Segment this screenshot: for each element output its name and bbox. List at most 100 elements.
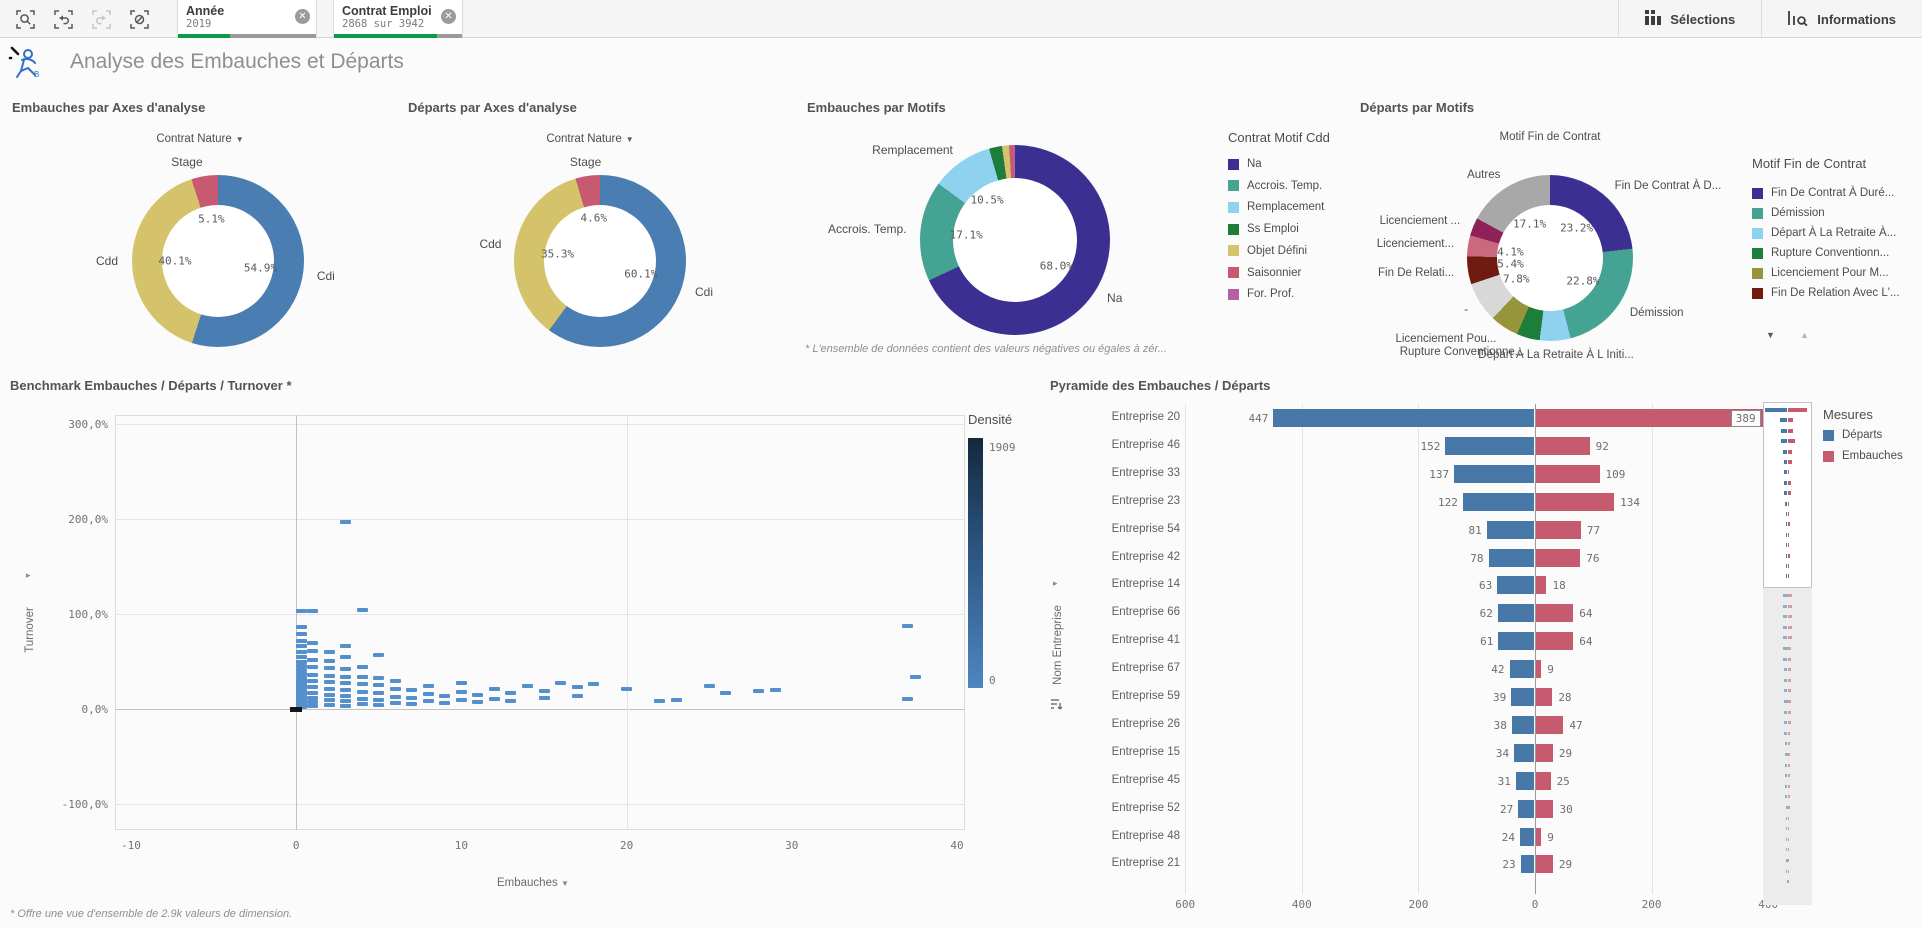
clear-selections-icon[interactable] <box>120 0 158 38</box>
undo-icon[interactable] <box>44 0 82 38</box>
scatter-point[interactable] <box>357 675 368 679</box>
legend-motif-fin-de-contrat-item[interactable]: Démission <box>1752 207 1825 219</box>
scatter-point[interactable] <box>489 697 500 701</box>
bar-departs[interactable] <box>1497 576 1534 594</box>
scatter-point[interactable] <box>296 668 307 672</box>
bar-embauches[interactable] <box>1536 549 1580 567</box>
bar-departs[interactable] <box>1511 688 1534 706</box>
scatter-point[interactable] <box>296 650 307 654</box>
scatter-point[interactable] <box>307 696 318 700</box>
scatter-point[interactable] <box>902 624 913 628</box>
scatter-point[interactable] <box>390 687 401 691</box>
scatter-point[interactable] <box>373 653 384 657</box>
scatter-point[interactable] <box>296 679 307 683</box>
scatter-point[interactable] <box>505 699 516 703</box>
scatter-point[interactable] <box>555 681 566 685</box>
scatter-point[interactable] <box>307 649 318 653</box>
row-label[interactable]: Entreprise 67 <box>1030 662 1180 674</box>
scatter-point[interactable] <box>296 632 307 636</box>
dimension-selector-contrat-nature-1[interactable]: Contrat Nature▼ <box>130 133 270 145</box>
scatter-point[interactable] <box>373 691 384 695</box>
row-label[interactable]: Entreprise 66 <box>1030 606 1180 618</box>
scatter-point[interactable] <box>406 696 417 700</box>
scatter-point[interactable] <box>439 694 450 698</box>
smart-search-icon[interactable] <box>6 0 44 38</box>
bar-departs[interactable] <box>1516 772 1534 790</box>
scatter-point[interactable] <box>456 690 467 694</box>
bar-departs[interactable] <box>1510 660 1534 678</box>
scatter-point[interactable] <box>324 659 335 663</box>
scatter-point[interactable] <box>472 700 483 704</box>
scatter-point[interactable] <box>456 698 467 702</box>
scatter-point[interactable] <box>340 655 351 659</box>
row-label[interactable]: Entreprise 42 <box>1030 551 1180 563</box>
scatter-point[interactable] <box>340 694 351 698</box>
bar-embauches[interactable] <box>1536 800 1553 818</box>
legend-contrat-motif-cdd-item[interactable]: Objet Défini <box>1228 245 1307 257</box>
scatter-point[interactable] <box>373 703 384 707</box>
scatter-point[interactable] <box>423 699 434 703</box>
scatter-point[interactable] <box>357 697 368 701</box>
legend-contrat-motif-cdd-item[interactable]: Ss Emploi <box>1228 223 1299 235</box>
row-label[interactable]: Entreprise 33 <box>1030 467 1180 479</box>
informations-button[interactable]: Informations <box>1761 0 1922 38</box>
row-label[interactable]: Entreprise 46 <box>1030 439 1180 451</box>
scatter-point[interactable] <box>522 684 533 688</box>
filter-chip-annee[interactable]: Année 2019 ✕ <box>177 0 317 38</box>
legend-motif-fin-de-contrat-item[interactable]: Rupture Conventionn... <box>1752 247 1889 259</box>
bar-embauches[interactable] <box>1536 716 1563 734</box>
scatter-point[interactable] <box>770 688 781 692</box>
legend-motif-fin-de-contrat-item[interactable]: Licenciement Pour M... <box>1752 267 1889 279</box>
bar-departs[interactable] <box>1463 493 1534 511</box>
bar-departs[interactable] <box>1498 604 1534 622</box>
bar-embauches[interactable] <box>1536 632 1573 650</box>
scatter-point[interactable] <box>572 694 583 698</box>
bar-departs[interactable] <box>1512 716 1534 734</box>
row-label[interactable]: Entreprise 14 <box>1030 578 1180 590</box>
bar-departs[interactable] <box>1445 437 1534 455</box>
legend-page-up-icon[interactable]: ▲ <box>1800 330 1809 340</box>
legend-motif-fin-de-contrat-item[interactable]: Départ À La Retraite À... <box>1752 227 1896 239</box>
scatter-point[interactable] <box>390 679 401 683</box>
scatter-point[interactable] <box>671 698 682 702</box>
scatter-point[interactable] <box>456 681 467 685</box>
legend-mesures-item[interactable]: Embauches <box>1823 450 1903 462</box>
y-axis-title-turnover[interactable]: Turnover <box>24 607 36 653</box>
scatter-point[interactable] <box>489 687 500 691</box>
filter-chip-contrat-emploi[interactable]: Contrat Emploi 2868 sur 3942 ✕ <box>333 0 463 38</box>
legend-contrat-motif-cdd-item[interactable]: Remplacement <box>1228 201 1324 213</box>
scatter-point[interactable] <box>505 691 516 695</box>
scatter-point[interactable] <box>357 608 368 612</box>
scatter-point[interactable] <box>357 665 368 669</box>
scatter-point[interactable] <box>324 698 335 702</box>
scatter-point[interactable] <box>307 609 318 613</box>
scatter-point[interactable] <box>910 675 921 679</box>
scatter-point[interactable] <box>296 655 307 659</box>
bar-embauches[interactable] <box>1536 409 1763 427</box>
scatter-point[interactable] <box>307 679 318 683</box>
bar-embauches[interactable] <box>1536 576 1546 594</box>
scatter-point[interactable] <box>357 690 368 694</box>
scatter-point[interactable] <box>406 702 417 706</box>
scatter-point[interactable] <box>357 702 368 706</box>
scatter-point[interactable] <box>373 683 384 687</box>
scatter-point[interactable] <box>340 704 351 708</box>
scatter-point[interactable] <box>357 682 368 686</box>
bar-embauches[interactable] <box>1536 744 1553 762</box>
bar-departs[interactable] <box>1489 549 1534 567</box>
scatter-point[interactable] <box>439 701 450 705</box>
scatter-point[interactable] <box>472 693 483 697</box>
bar-embauches[interactable] <box>1536 828 1541 846</box>
row-label[interactable]: Entreprise 48 <box>1030 830 1180 842</box>
scatter-point[interactable] <box>373 676 384 680</box>
bar-departs[interactable] <box>1273 409 1534 427</box>
scatter-point[interactable] <box>390 695 401 699</box>
scatter-point[interactable] <box>324 674 335 678</box>
bar-embauches[interactable] <box>1536 688 1552 706</box>
scatter-point[interactable] <box>324 687 335 691</box>
bar-departs[interactable] <box>1520 828 1534 846</box>
bar-embauches[interactable] <box>1536 660 1541 678</box>
scatter-point[interactable] <box>340 688 351 692</box>
bar-embauches[interactable] <box>1536 465 1600 483</box>
close-icon[interactable]: ✕ <box>295 9 310 24</box>
